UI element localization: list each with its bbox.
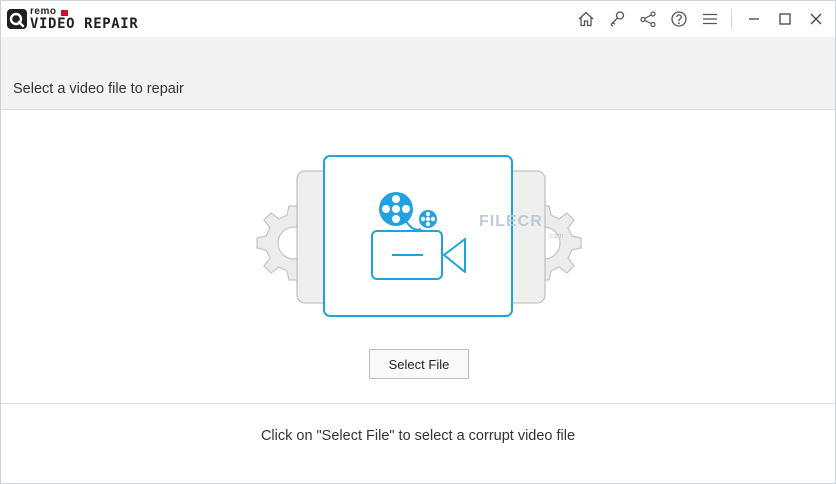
close-button[interactable]	[800, 1, 831, 37]
page-title: Select a video file to repair	[13, 81, 184, 97]
activate-key-button[interactable]	[601, 1, 632, 37]
minimize-button[interactable]	[738, 1, 769, 37]
watermark-sub: .com	[548, 233, 564, 240]
titlebar-toolbar	[570, 1, 831, 37]
home-icon	[578, 11, 593, 27]
app-logo: remo VIDEO REPAIR	[7, 6, 167, 33]
help-button[interactable]	[663, 1, 694, 37]
select-file-button[interactable]: Select File	[369, 349, 469, 379]
share-button[interactable]	[632, 1, 663, 37]
footer-divider	[1, 403, 835, 404]
maximize-button[interactable]	[769, 1, 800, 37]
instruction-text: Click on "Select File" to select a corru…	[260, 428, 576, 444]
title-bar: remo VIDEO REPAIR	[1, 1, 835, 37]
product-name: VIDEO REPAIR	[30, 16, 139, 32]
titlebar-separator	[731, 9, 732, 29]
maximize-icon	[778, 13, 791, 25]
page-header: Select a video file to repair	[1, 37, 835, 110]
share-icon	[639, 11, 656, 28]
minimize-icon	[748, 18, 759, 20]
watermark: FILECR .com	[479, 213, 563, 240]
close-icon	[810, 13, 821, 25]
key-icon	[610, 11, 624, 27]
remo-logo-icon	[7, 9, 27, 29]
app-window: remo VIDEO REPAIR Select a video file to…	[0, 0, 836, 484]
watermark-text: FILECR	[479, 213, 543, 230]
video-repair-illustration	[256, 155, 582, 317]
menu-icon	[702, 13, 717, 25]
home-button[interactable]	[570, 1, 601, 37]
help-icon	[670, 11, 687, 27]
menu-button[interactable]	[694, 1, 725, 37]
